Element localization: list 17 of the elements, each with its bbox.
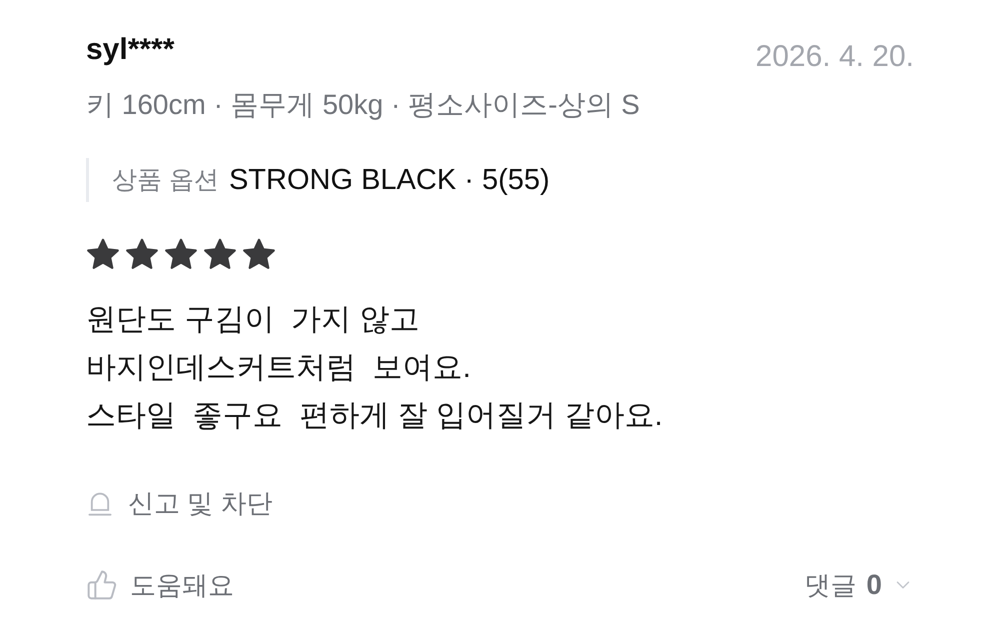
option-value: STRONG BLACK · 5(55) [228, 163, 550, 197]
review-date: 2026. 4. 20. [756, 40, 914, 74]
review-text: 스타일 좋구요 편하게 잘 입어질거 같아요. [86, 398, 663, 434]
option-label: 상품 옵션 [112, 165, 219, 196]
thumbs-up-icon [86, 569, 118, 601]
star-icon [164, 238, 198, 271]
review-text: 바지인데스커트처럼 보여요. [86, 350, 472, 386]
star-icon [86, 238, 120, 271]
star-icon [203, 238, 237, 271]
review-text: 원단도 구김이 가지 않고 [86, 302, 420, 338]
report-button[interactable]: 신고 및 차단 [86, 486, 272, 520]
helpful-button[interactable]: 도움돼요 [86, 568, 234, 602]
comments-button[interactable]: 댓글 0 [804, 568, 914, 602]
body-info: 키 160cm · 몸무게 50kg · 평소사이즈-상의 S [86, 88, 640, 122]
star-icon [125, 238, 159, 271]
star-icon [242, 238, 276, 271]
author-name: syl**** [86, 33, 174, 67]
